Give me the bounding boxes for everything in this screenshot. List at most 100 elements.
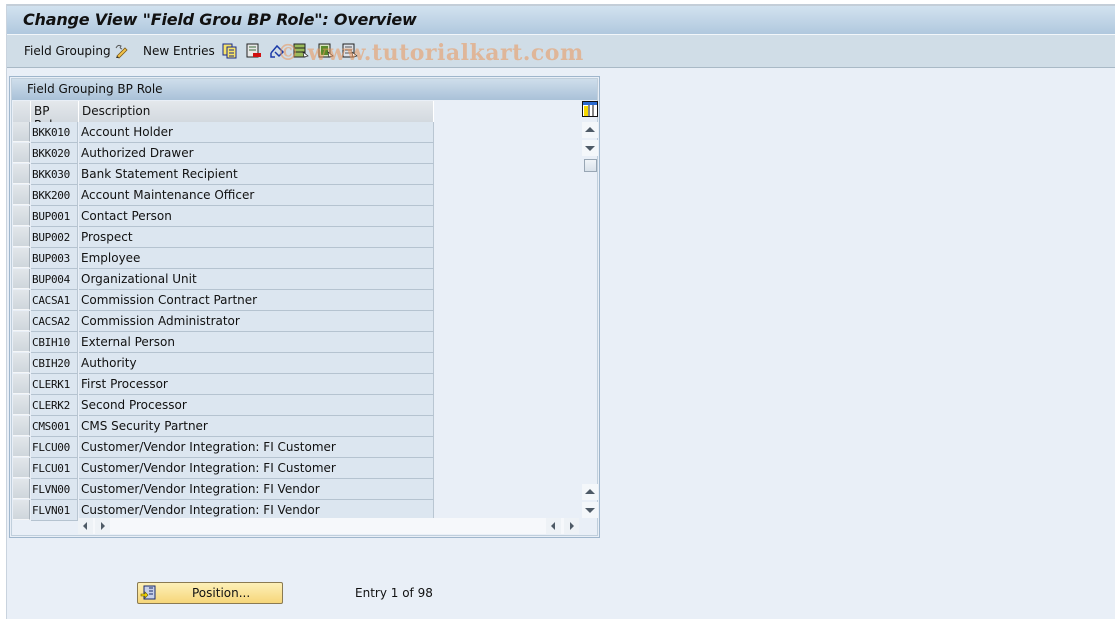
row-selector[interactable] <box>13 353 30 373</box>
bp-role-cell[interactable]: CBIH20 <box>31 353 78 374</box>
bp-role-cell[interactable]: CACSA2 <box>31 311 78 332</box>
row-selector[interactable] <box>13 311 30 331</box>
description-cell[interactable]: External Person <box>79 332 434 353</box>
bp-role-cell[interactable]: FLCU00 <box>31 437 78 458</box>
table-row[interactable]: CBIH10 External Person <box>13 332 434 353</box>
bp-role-cell[interactable]: CBIH10 <box>31 332 78 353</box>
row-selector[interactable] <box>13 185 30 205</box>
bp-role-cell[interactable]: FLVN00 <box>31 479 78 500</box>
description-cell[interactable]: Commission Contract Partner <box>79 290 434 311</box>
scroll-page-down-button[interactable] <box>582 502 598 518</box>
row-selector[interactable] <box>13 164 30 184</box>
description-cell[interactable]: Account Maintenance Officer <box>79 185 434 206</box>
select-block-icon[interactable] <box>318 43 334 59</box>
table-row[interactable]: FLCU00 Customer/Vendor Integration: FI Cu… <box>13 437 434 458</box>
bp-role-cell[interactable]: BUP002 <box>31 227 78 248</box>
table-row[interactable]: BKK200 Account Maintenance Officer <box>13 185 434 206</box>
select-all-icon[interactable] <box>293 43 309 59</box>
select-all-header[interactable] <box>13 101 31 122</box>
horizontal-scrollbar[interactable] <box>78 518 573 534</box>
display-change-icon[interactable] <box>114 43 130 59</box>
description-cell[interactable]: Customer/Vendor Integration: FI Customer <box>79 458 434 479</box>
scroll-page-up-button[interactable] <box>582 484 598 500</box>
description-cell[interactable]: Customer/Vendor Integration: FI Customer <box>79 437 434 458</box>
table-row[interactable]: BUP004 Organizational Unit <box>13 269 434 290</box>
bp-role-cell[interactable]: FLCU01 <box>31 458 78 479</box>
bp-role-cell[interactable]: FLVN01 <box>31 500 78 521</box>
scroll-up-button[interactable] <box>582 122 598 138</box>
row-selector[interactable] <box>13 437 30 457</box>
table-row[interactable]: CLERK1 First Processor <box>13 374 434 395</box>
table-row[interactable]: BKK030 Bank Statement Recipient <box>13 164 434 185</box>
scroll-right-end-button[interactable] <box>564 518 579 534</box>
description-cell[interactable]: Account Holder <box>79 122 434 143</box>
copy-as-icon[interactable] <box>222 43 238 59</box>
delete-icon[interactable] <box>246 43 262 59</box>
field-grouping-button[interactable]: Field Grouping <box>24 44 111 58</box>
table-row[interactable]: CMS001 CMS Security Partner <box>13 416 434 437</box>
row-selector[interactable] <box>13 416 30 436</box>
bp-role-cell[interactable]: BUP003 <box>31 248 78 269</box>
table-row[interactable]: BKK020 Authorized Drawer <box>13 143 434 164</box>
bp-role-cell[interactable]: BKK020 <box>31 143 78 164</box>
deselect-all-icon[interactable] <box>342 43 358 59</box>
bp-role-cell[interactable]: CACSA1 <box>31 290 78 311</box>
table-row[interactable]: CLERK2 Second Processor <box>13 395 434 416</box>
row-selector[interactable] <box>13 122 30 142</box>
description-cell[interactable]: Second Processor <box>79 395 434 416</box>
bp-role-cell[interactable]: BUP004 <box>31 269 78 290</box>
bp-role-cell[interactable]: BUP001 <box>31 206 78 227</box>
table-row[interactable]: BUP003 Employee <box>13 248 434 269</box>
bp-role-cell[interactable]: BKK010 <box>31 122 78 143</box>
description-cell[interactable]: Employee <box>79 248 434 269</box>
description-cell[interactable]: Commission Administrator <box>79 311 434 332</box>
table-row[interactable]: BKK010 Account Holder <box>13 122 434 143</box>
bp-role-cell[interactable]: CLERK1 <box>31 374 78 395</box>
row-selector[interactable] <box>13 227 30 247</box>
column-header-bp-role[interactable]: BP Role <box>31 101 79 132</box>
table-row[interactable]: CACSA1 Commission Contract Partner <box>13 290 434 311</box>
column-config-button[interactable] <box>582 101 598 117</box>
row-selector[interactable] <box>13 290 30 310</box>
row-selector[interactable] <box>13 269 30 289</box>
scroll-down-button[interactable] <box>582 140 598 156</box>
vertical-scrollbar[interactable] <box>582 101 598 518</box>
scroll-left-button[interactable] <box>78 518 93 534</box>
table-row[interactable]: FLCU01 Customer/Vendor Integration: FI Cu… <box>13 458 434 479</box>
description-cell[interactable]: Prospect <box>79 227 434 248</box>
table-row[interactable]: CACSA2 Commission Administrator <box>13 311 434 332</box>
row-selector[interactable] <box>13 206 30 226</box>
column-header-description[interactable]: Description <box>79 101 434 122</box>
description-cell[interactable]: Customer/Vendor Integration: FI Vendor <box>79 479 434 500</box>
scroll-right-button[interactable] <box>95 518 110 534</box>
row-selector[interactable] <box>13 395 30 415</box>
description-cell[interactable]: CMS Security Partner <box>79 416 434 437</box>
table-row[interactable]: BUP002 Prospect <box>13 227 434 248</box>
row-selector[interactable] <box>13 479 30 499</box>
entry-counter: Entry 1 of 98 <box>355 586 433 600</box>
scroll-left-end-button[interactable] <box>546 518 561 534</box>
table-row[interactable]: FLVN00 Customer/Vendor Integration: FI Ve… <box>13 479 434 500</box>
table-row[interactable]: BUP001 Contact Person <box>13 206 434 227</box>
description-cell[interactable]: Authority <box>79 353 434 374</box>
description-cell[interactable]: First Processor <box>79 374 434 395</box>
description-cell[interactable]: Organizational Unit <box>79 269 434 290</box>
row-selector[interactable] <box>13 248 30 268</box>
bp-role-cell[interactable]: CLERK2 <box>31 395 78 416</box>
bp-role-cell[interactable]: BKK200 <box>31 185 78 206</box>
row-selector[interactable] <box>13 500 30 520</box>
row-selector[interactable] <box>13 332 30 352</box>
description-cell[interactable]: Bank Statement Recipient <box>79 164 434 185</box>
bp-role-cell[interactable]: BKK030 <box>31 164 78 185</box>
new-entries-button[interactable]: New Entries <box>143 44 215 58</box>
bp-role-cell[interactable]: CMS001 <box>31 416 78 437</box>
row-selector[interactable] <box>13 143 30 163</box>
undo-change-icon[interactable] <box>269 43 285 59</box>
table-row[interactable]: CBIH20 Authority <box>13 353 434 374</box>
row-selector[interactable] <box>13 374 30 394</box>
description-cell[interactable]: Authorized Drawer <box>79 143 434 164</box>
position-button[interactable]: Position... <box>137 582 283 604</box>
description-cell[interactable]: Contact Person <box>79 206 434 227</box>
row-selector[interactable] <box>13 458 30 478</box>
scroll-thumb[interactable] <box>584 159 597 172</box>
